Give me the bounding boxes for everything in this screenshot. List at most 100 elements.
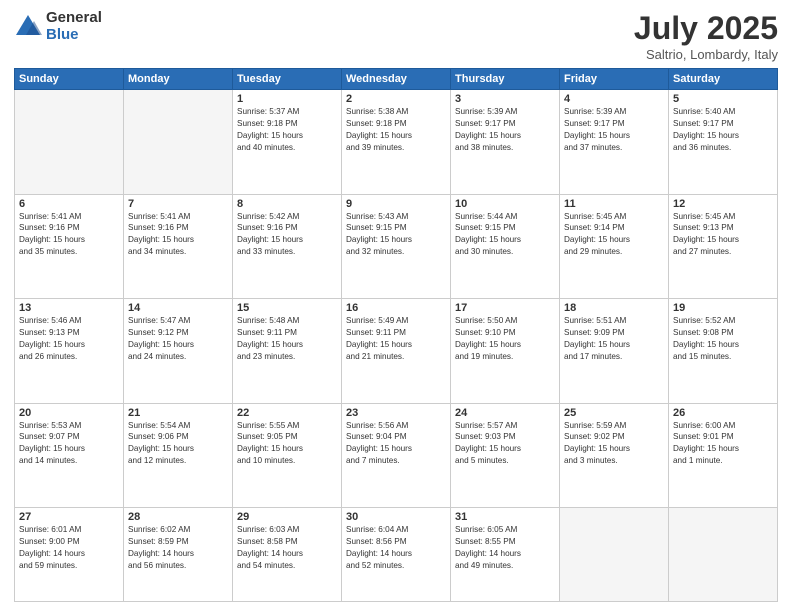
calendar-day-cell: 22Sunrise: 5:55 AM Sunset: 9:05 PM Dayli… xyxy=(233,403,342,508)
day-number: 9 xyxy=(346,198,446,210)
calendar-day-cell: 14Sunrise: 5:47 AM Sunset: 9:12 PM Dayli… xyxy=(124,299,233,404)
col-monday: Monday xyxy=(124,69,233,90)
day-info: Sunrise: 5:57 AM Sunset: 9:03 PM Dayligh… xyxy=(455,420,555,468)
day-info: Sunrise: 5:56 AM Sunset: 9:04 PM Dayligh… xyxy=(346,420,446,468)
logo-text: General Blue xyxy=(46,10,102,43)
calendar-day-cell: 9Sunrise: 5:43 AM Sunset: 9:15 PM Daylig… xyxy=(342,194,451,299)
day-info: Sunrise: 6:01 AM Sunset: 9:00 PM Dayligh… xyxy=(19,524,119,572)
day-info: Sunrise: 6:03 AM Sunset: 8:58 PM Dayligh… xyxy=(237,524,337,572)
day-number: 1 xyxy=(237,93,337,105)
day-info: Sunrise: 5:42 AM Sunset: 9:16 PM Dayligh… xyxy=(237,211,337,259)
calendar-day-cell: 18Sunrise: 5:51 AM Sunset: 9:09 PM Dayli… xyxy=(560,299,669,404)
day-number: 31 xyxy=(455,511,555,523)
day-number: 26 xyxy=(673,407,773,419)
col-tuesday: Tuesday xyxy=(233,69,342,90)
calendar-day-cell: 21Sunrise: 5:54 AM Sunset: 9:06 PM Dayli… xyxy=(124,403,233,508)
logo: General Blue xyxy=(14,10,102,43)
col-thursday: Thursday xyxy=(451,69,560,90)
calendar-day-cell: 26Sunrise: 6:00 AM Sunset: 9:01 PM Dayli… xyxy=(669,403,778,508)
calendar-day-cell: 10Sunrise: 5:44 AM Sunset: 9:15 PM Dayli… xyxy=(451,194,560,299)
day-info: Sunrise: 5:48 AM Sunset: 9:11 PM Dayligh… xyxy=(237,315,337,363)
calendar-day-cell: 23Sunrise: 5:56 AM Sunset: 9:04 PM Dayli… xyxy=(342,403,451,508)
month-title: July 2025 xyxy=(634,10,778,47)
day-info: Sunrise: 5:45 AM Sunset: 9:14 PM Dayligh… xyxy=(564,211,664,259)
calendar-day-cell: 29Sunrise: 6:03 AM Sunset: 8:58 PM Dayli… xyxy=(233,508,342,602)
day-number: 30 xyxy=(346,511,446,523)
calendar-day-cell: 16Sunrise: 5:49 AM Sunset: 9:11 PM Dayli… xyxy=(342,299,451,404)
day-info: Sunrise: 5:40 AM Sunset: 9:17 PM Dayligh… xyxy=(673,106,773,154)
calendar-day-cell: 15Sunrise: 5:48 AM Sunset: 9:11 PM Dayli… xyxy=(233,299,342,404)
calendar-table: Sunday Monday Tuesday Wednesday Thursday… xyxy=(14,68,778,602)
page: General Blue July 2025 Saltrio, Lombardy… xyxy=(0,0,792,612)
day-number: 3 xyxy=(455,93,555,105)
title-block: July 2025 Saltrio, Lombardy, Italy xyxy=(634,10,778,62)
calendar-day-cell: 8Sunrise: 5:42 AM Sunset: 9:16 PM Daylig… xyxy=(233,194,342,299)
calendar-day-cell: 30Sunrise: 6:04 AM Sunset: 8:56 PM Dayli… xyxy=(342,508,451,602)
calendar-day-cell: 2Sunrise: 5:38 AM Sunset: 9:18 PM Daylig… xyxy=(342,90,451,195)
calendar-day-cell: 11Sunrise: 5:45 AM Sunset: 9:14 PM Dayli… xyxy=(560,194,669,299)
day-info: Sunrise: 5:46 AM Sunset: 9:13 PM Dayligh… xyxy=(19,315,119,363)
day-number: 29 xyxy=(237,511,337,523)
day-number: 8 xyxy=(237,198,337,210)
day-info: Sunrise: 5:39 AM Sunset: 9:17 PM Dayligh… xyxy=(455,106,555,154)
day-info: Sunrise: 5:43 AM Sunset: 9:15 PM Dayligh… xyxy=(346,211,446,259)
day-info: Sunrise: 5:45 AM Sunset: 9:13 PM Dayligh… xyxy=(673,211,773,259)
day-info: Sunrise: 5:50 AM Sunset: 9:10 PM Dayligh… xyxy=(455,315,555,363)
day-info: Sunrise: 5:37 AM Sunset: 9:18 PM Dayligh… xyxy=(237,106,337,154)
day-info: Sunrise: 5:51 AM Sunset: 9:09 PM Dayligh… xyxy=(564,315,664,363)
day-number: 28 xyxy=(128,511,228,523)
day-number: 7 xyxy=(128,198,228,210)
day-info: Sunrise: 5:52 AM Sunset: 9:08 PM Dayligh… xyxy=(673,315,773,363)
calendar-day-cell: 31Sunrise: 6:05 AM Sunset: 8:55 PM Dayli… xyxy=(451,508,560,602)
calendar-week-row: 1Sunrise: 5:37 AM Sunset: 9:18 PM Daylig… xyxy=(15,90,778,195)
calendar-day-cell: 5Sunrise: 5:40 AM Sunset: 9:17 PM Daylig… xyxy=(669,90,778,195)
day-info: Sunrise: 5:53 AM Sunset: 9:07 PM Dayligh… xyxy=(19,420,119,468)
calendar-day-cell: 19Sunrise: 5:52 AM Sunset: 9:08 PM Dayli… xyxy=(669,299,778,404)
calendar-day-cell: 4Sunrise: 5:39 AM Sunset: 9:17 PM Daylig… xyxy=(560,90,669,195)
day-number: 5 xyxy=(673,93,773,105)
day-number: 14 xyxy=(128,302,228,314)
day-number: 27 xyxy=(19,511,119,523)
calendar-day-cell: 1Sunrise: 5:37 AM Sunset: 9:18 PM Daylig… xyxy=(233,90,342,195)
day-number: 19 xyxy=(673,302,773,314)
day-number: 24 xyxy=(455,407,555,419)
day-number: 21 xyxy=(128,407,228,419)
day-number: 23 xyxy=(346,407,446,419)
calendar-week-row: 20Sunrise: 5:53 AM Sunset: 9:07 PM Dayli… xyxy=(15,403,778,508)
col-sunday: Sunday xyxy=(15,69,124,90)
calendar-day-cell xyxy=(560,508,669,602)
calendar-header-row: Sunday Monday Tuesday Wednesday Thursday… xyxy=(15,69,778,90)
day-info: Sunrise: 6:05 AM Sunset: 8:55 PM Dayligh… xyxy=(455,524,555,572)
calendar-week-row: 13Sunrise: 5:46 AM Sunset: 9:13 PM Dayli… xyxy=(15,299,778,404)
logo-general-text: General xyxy=(46,10,102,27)
day-info: Sunrise: 5:47 AM Sunset: 9:12 PM Dayligh… xyxy=(128,315,228,363)
day-info: Sunrise: 5:39 AM Sunset: 9:17 PM Dayligh… xyxy=(564,106,664,154)
calendar-day-cell: 25Sunrise: 5:59 AM Sunset: 9:02 PM Dayli… xyxy=(560,403,669,508)
day-number: 16 xyxy=(346,302,446,314)
location: Saltrio, Lombardy, Italy xyxy=(634,47,778,62)
day-info: Sunrise: 5:54 AM Sunset: 9:06 PM Dayligh… xyxy=(128,420,228,468)
calendar-day-cell: 17Sunrise: 5:50 AM Sunset: 9:10 PM Dayli… xyxy=(451,299,560,404)
day-number: 25 xyxy=(564,407,664,419)
calendar-day-cell: 12Sunrise: 5:45 AM Sunset: 9:13 PM Dayli… xyxy=(669,194,778,299)
col-saturday: Saturday xyxy=(669,69,778,90)
day-number: 15 xyxy=(237,302,337,314)
day-info: Sunrise: 5:41 AM Sunset: 9:16 PM Dayligh… xyxy=(19,211,119,259)
day-info: Sunrise: 5:44 AM Sunset: 9:15 PM Dayligh… xyxy=(455,211,555,259)
calendar-day-cell xyxy=(669,508,778,602)
day-info: Sunrise: 5:38 AM Sunset: 9:18 PM Dayligh… xyxy=(346,106,446,154)
day-number: 20 xyxy=(19,407,119,419)
day-number: 22 xyxy=(237,407,337,419)
day-info: Sunrise: 5:55 AM Sunset: 9:05 PM Dayligh… xyxy=(237,420,337,468)
calendar-week-row: 6Sunrise: 5:41 AM Sunset: 9:16 PM Daylig… xyxy=(15,194,778,299)
day-info: Sunrise: 6:00 AM Sunset: 9:01 PM Dayligh… xyxy=(673,420,773,468)
day-number: 13 xyxy=(19,302,119,314)
day-number: 10 xyxy=(455,198,555,210)
calendar-day-cell xyxy=(15,90,124,195)
calendar-day-cell: 24Sunrise: 5:57 AM Sunset: 9:03 PM Dayli… xyxy=(451,403,560,508)
logo-blue-text: Blue xyxy=(46,27,102,44)
day-number: 17 xyxy=(455,302,555,314)
calendar-day-cell: 20Sunrise: 5:53 AM Sunset: 9:07 PM Dayli… xyxy=(15,403,124,508)
day-number: 12 xyxy=(673,198,773,210)
day-number: 11 xyxy=(564,198,664,210)
